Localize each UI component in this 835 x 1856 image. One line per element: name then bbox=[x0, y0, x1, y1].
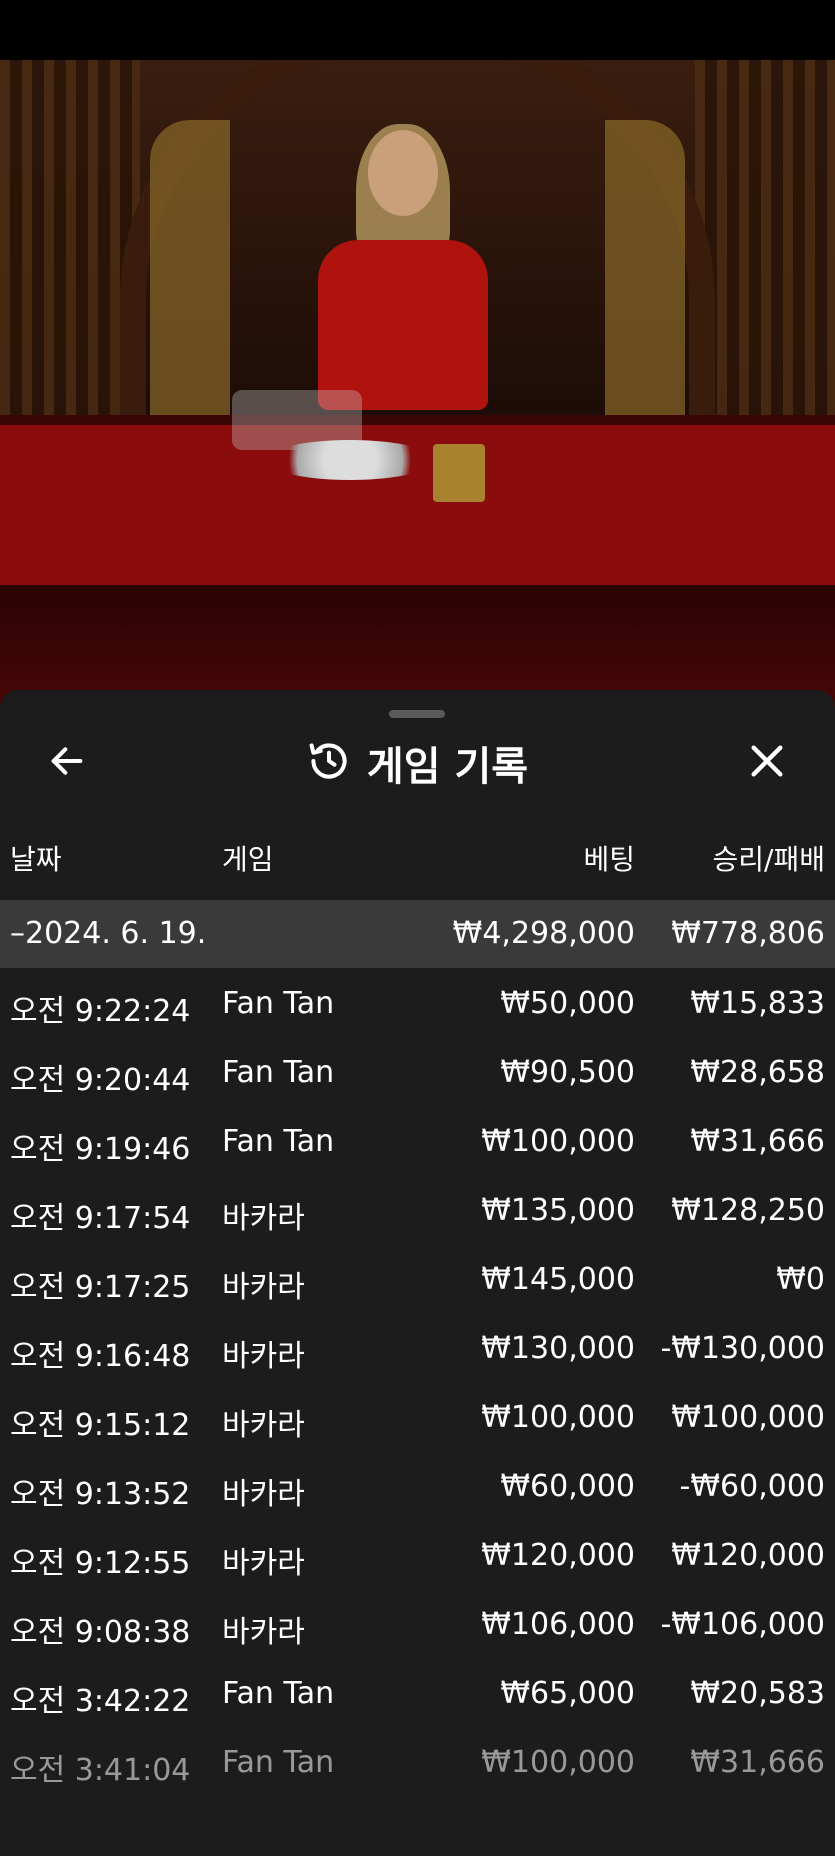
table-row[interactable]: 오전 9:20:44 Fan Tan ₩90,500 ₩28,658 bbox=[0, 1037, 835, 1106]
table-row[interactable]: 오전 9:12:55 바카라 ₩120,000 ₩120,000 bbox=[0, 1520, 835, 1589]
col-header-bet: 베팅 bbox=[583, 843, 635, 876]
row-bet: ₩100,000 bbox=[481, 1745, 635, 1780]
table-row[interactable]: 오전 9:17:25 바카라 ₩145,000 ₩0 bbox=[0, 1244, 835, 1313]
col-header-date: 날짜 bbox=[10, 843, 62, 876]
row-time: 오전 9:16:48 bbox=[10, 1339, 191, 1374]
date-group-date: –2024. 6. 19. bbox=[10, 916, 207, 951]
row-time: 오전 3:41:04 bbox=[10, 1753, 191, 1788]
row-winloss: ₩31,666 bbox=[690, 1124, 825, 1159]
game-table bbox=[0, 415, 835, 595]
close-icon bbox=[751, 745, 783, 777]
row-time: 오전 9:17:54 bbox=[10, 1201, 191, 1236]
live-video-feed bbox=[0, 60, 835, 710]
title-wrap: 게임 기록 bbox=[0, 728, 835, 798]
row-game: 바카라 bbox=[222, 1339, 305, 1374]
row-time: 오전 9:13:52 bbox=[10, 1477, 191, 1512]
arrow-left-icon bbox=[51, 747, 83, 775]
row-bet: ₩60,000 bbox=[500, 1469, 635, 1504]
row-time: 오전 9:20:44 bbox=[10, 1063, 191, 1098]
row-winloss: -₩130,000 bbox=[660, 1331, 825, 1366]
date-group-bet-total: ₩4,298,000 bbox=[452, 916, 635, 951]
brass-cup bbox=[433, 444, 485, 502]
col-header-game: 게임 bbox=[222, 843, 274, 876]
game-history-sheet: 게임 기록 날짜 게임 베팅 승리/패배 –2024. 6. 19. ₩4,29… bbox=[0, 690, 835, 1856]
row-game: 바카라 bbox=[222, 1546, 305, 1581]
row-bet: ₩90,500 bbox=[500, 1055, 635, 1090]
row-bet: ₩65,000 bbox=[500, 1676, 635, 1711]
row-winloss: ₩28,658 bbox=[690, 1055, 825, 1090]
col-header-winloss: 승리/패배 bbox=[712, 843, 825, 876]
decor-screen-left bbox=[150, 120, 230, 420]
row-bet: ₩100,000 bbox=[481, 1400, 635, 1435]
table-row[interactable]: 오전 9:15:12 바카라 ₩100,000 ₩100,000 bbox=[0, 1382, 835, 1451]
row-time: 오전 9:17:25 bbox=[10, 1270, 191, 1305]
table-row[interactable]: 오전 9:13:52 바카라 ₩60,000 -₩60,000 bbox=[0, 1451, 835, 1520]
row-winloss: ₩20,583 bbox=[690, 1676, 825, 1711]
table-row[interactable]: 오전 9:08:38 바카라 ₩106,000 -₩106,000 bbox=[0, 1589, 835, 1658]
row-bet: ₩135,000 bbox=[481, 1193, 635, 1228]
row-winloss: ₩128,250 bbox=[671, 1193, 825, 1228]
dealer-body bbox=[318, 240, 488, 410]
row-game: 바카라 bbox=[222, 1408, 305, 1443]
row-bet: ₩100,000 bbox=[481, 1124, 635, 1159]
table-row[interactable]: 오전 9:22:24 Fan Tan ₩50,000 ₩15,833 bbox=[0, 968, 835, 1037]
row-game: Fan Tan bbox=[222, 1124, 335, 1159]
dealer-head bbox=[368, 130, 438, 216]
row-bet: ₩130,000 bbox=[481, 1331, 635, 1366]
fan-tan-beads bbox=[265, 440, 435, 480]
page-title: 게임 기록 bbox=[366, 744, 529, 790]
row-game: Fan Tan bbox=[222, 1745, 335, 1780]
row-time: 오전 3:42:22 bbox=[10, 1684, 191, 1719]
row-game: 바카라 bbox=[222, 1201, 305, 1236]
sheet-header: 게임 기록 bbox=[0, 728, 835, 798]
row-winloss: -₩106,000 bbox=[660, 1607, 825, 1642]
status-bar bbox=[0, 0, 835, 60]
history-rows: 오전 9:22:24 Fan Tan ₩50,000 ₩15,833 오전 9:… bbox=[0, 968, 835, 1796]
row-game: 바카라 bbox=[222, 1270, 305, 1305]
row-game: Fan Tan bbox=[222, 1055, 335, 1090]
row-bet: ₩106,000 bbox=[481, 1607, 635, 1642]
drag-handle[interactable] bbox=[389, 710, 445, 718]
table-row[interactable]: 오전 9:16:48 바카라 ₩130,000 -₩130,000 bbox=[0, 1313, 835, 1382]
row-winloss: ₩15,833 bbox=[690, 986, 825, 1021]
row-game: Fan Tan bbox=[222, 986, 335, 1021]
row-time: 오전 9:19:46 bbox=[10, 1132, 191, 1167]
row-winloss: ₩100,000 bbox=[671, 1400, 825, 1435]
row-game: Fan Tan bbox=[222, 1676, 335, 1711]
table-row[interactable]: 오전 9:17:54 바카라 ₩135,000 ₩128,250 bbox=[0, 1175, 835, 1244]
table-row[interactable]: 오전 9:19:46 Fan Tan ₩100,000 ₩31,666 bbox=[0, 1106, 835, 1175]
column-headers: 날짜 게임 베팅 승리/패배 bbox=[0, 830, 835, 880]
row-winloss: -₩60,000 bbox=[679, 1469, 825, 1504]
row-bet: ₩120,000 bbox=[481, 1538, 635, 1573]
date-group-row[interactable]: –2024. 6. 19. ₩4,298,000 ₩778,806 bbox=[0, 900, 835, 968]
row-time: 오전 9:08:38 bbox=[10, 1615, 191, 1650]
row-time: 오전 9:12:55 bbox=[10, 1546, 191, 1581]
row-winloss: ₩120,000 bbox=[671, 1538, 825, 1573]
close-button[interactable] bbox=[742, 736, 792, 786]
row-bet: ₩145,000 bbox=[481, 1262, 635, 1297]
row-bet: ₩50,000 bbox=[500, 986, 635, 1021]
row-winloss: ₩0 bbox=[776, 1262, 825, 1297]
row-game: 바카라 bbox=[222, 1477, 305, 1512]
history-clock-icon bbox=[307, 739, 351, 787]
date-group-winloss-total: ₩778,806 bbox=[671, 916, 825, 951]
table-row[interactable]: 오전 3:42:22 Fan Tan ₩65,000 ₩20,583 bbox=[0, 1658, 835, 1727]
decor-screen-right bbox=[605, 120, 685, 420]
row-winloss: ₩31,666 bbox=[690, 1745, 825, 1780]
row-time: 오전 9:15:12 bbox=[10, 1408, 191, 1443]
row-game: 바카라 bbox=[222, 1615, 305, 1650]
row-time: 오전 9:22:24 bbox=[10, 994, 191, 1029]
back-button[interactable] bbox=[42, 736, 92, 786]
table-row[interactable]: 오전 3:41:04 Fan Tan ₩100,000 ₩31,666 bbox=[0, 1727, 835, 1796]
